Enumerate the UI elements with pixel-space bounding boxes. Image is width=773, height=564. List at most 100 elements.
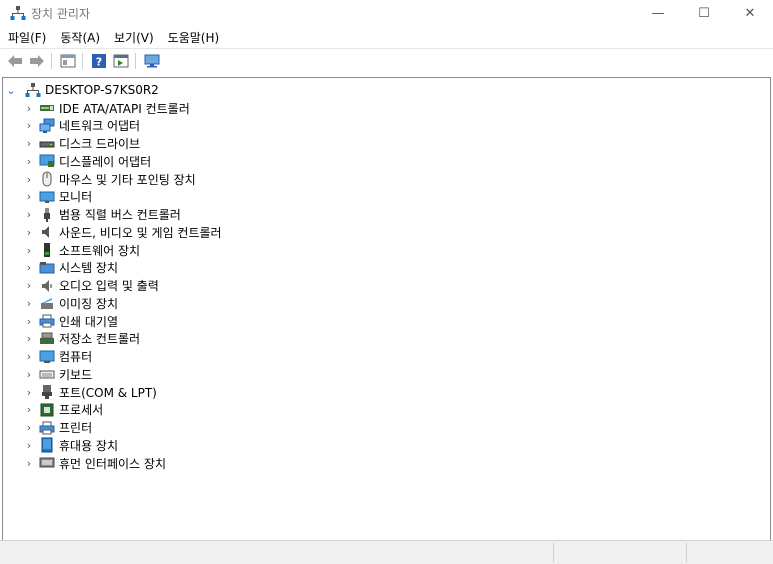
imaging-device-icon — [39, 295, 55, 311]
status-bar — [0, 540, 773, 564]
tree-category-label[interactable]: IDE ATA/ATAPI 컨트롤러 — [59, 100, 190, 117]
collapsed-chevron-icon[interactable]: › — [23, 277, 35, 295]
close-button[interactable]: ✕ — [727, 0, 773, 26]
display-adapter-icon — [39, 153, 55, 169]
tree-category-row[interactable]: › 오디오 입력 및 출력 — [23, 277, 159, 295]
tree-category-label[interactable]: 휴먼 인터페이스 장치 — [59, 455, 166, 472]
system-device-icon — [39, 260, 55, 276]
collapsed-chevron-icon[interactable]: › — [23, 436, 35, 454]
tree-category-label[interactable]: 포트(COM & LPT) — [59, 384, 157, 401]
update-driver-icon[interactable] — [111, 51, 131, 71]
title-bar: 장치 관리자 — ☐ ✕ — [0, 0, 773, 26]
back-arrow-icon[interactable] — [5, 51, 25, 71]
tree-category-label[interactable]: 범용 직렬 버스 컨트롤러 — [59, 206, 181, 223]
ide-controller-icon — [39, 100, 55, 116]
expanded-chevron-icon[interactable]: ⌄ — [5, 81, 17, 99]
menu-bar: 파일(F) 동작(A) 보기(V) 도움말(H) — [0, 26, 773, 48]
tree-root-row[interactable]: ⌄ DESKTOP-S7KS0R2 — [3, 81, 159, 99]
tree-category-label[interactable]: 키보드 — [59, 366, 92, 383]
collapsed-chevron-icon[interactable]: › — [23, 419, 35, 437]
tree-category-row[interactable]: › 휴대용 장치 — [23, 436, 118, 454]
tree-category-label[interactable]: 디스크 드라이브 — [59, 135, 140, 152]
tree-category-row[interactable]: › 네트워크 어댑터 — [23, 117, 140, 135]
tree-category-label[interactable]: 사운드, 비디오 및 게임 컨트롤러 — [59, 224, 222, 241]
tree-category-row[interactable]: › 범용 직렬 버스 컨트롤러 — [23, 206, 181, 224]
tree-category-label[interactable]: 프로세서 — [59, 401, 103, 418]
tree-category-label[interactable]: 프린터 — [59, 419, 92, 436]
window-title: 장치 관리자 — [31, 6, 91, 21]
tree-category-label[interactable]: 마우스 및 기타 포인팅 장치 — [59, 171, 196, 188]
keyboard-icon — [39, 366, 55, 382]
tree-category-row[interactable]: › 인쇄 대기열 — [23, 312, 118, 330]
collapsed-chevron-icon[interactable]: › — [23, 294, 35, 312]
tree-category-label[interactable]: 시스템 장치 — [59, 259, 118, 276]
tree-category-label[interactable]: 네트워크 어댑터 — [59, 117, 140, 134]
menu-file[interactable]: 파일(F) — [3, 29, 52, 46]
tree-category-label[interactable]: 휴대용 장치 — [59, 437, 118, 454]
collapsed-chevron-icon[interactable]: › — [23, 241, 35, 259]
tree-category-row[interactable]: › 컴퓨터 — [23, 348, 92, 366]
tree-category-row[interactable]: › 디스플레이 어댑터 — [23, 152, 151, 170]
tree-category-row[interactable]: › 마우스 및 기타 포인팅 장치 — [23, 170, 196, 188]
audio-io-icon — [39, 278, 55, 294]
collapsed-chevron-icon[interactable]: › — [23, 188, 35, 206]
collapsed-chevron-icon[interactable]: › — [23, 401, 35, 419]
menu-view[interactable]: 보기(V) — [109, 29, 160, 46]
forward-arrow-icon[interactable] — [27, 51, 47, 71]
toolbar-divider — [51, 53, 52, 69]
tree-category-label[interactable]: 모니터 — [59, 188, 92, 205]
port-icon — [39, 384, 55, 400]
tree-category-row[interactable]: › 디스크 드라이브 — [23, 135, 140, 153]
tree-category-row[interactable]: › 시스템 장치 — [23, 259, 118, 277]
device-manager-icon — [9, 4, 27, 22]
collapsed-chevron-icon[interactable]: › — [23, 454, 35, 472]
toolbar: ? — [0, 48, 773, 73]
collapsed-chevron-icon[interactable]: › — [23, 170, 35, 188]
collapsed-chevron-icon[interactable]: › — [23, 383, 35, 401]
maximize-button[interactable]: ☐ — [681, 0, 727, 26]
status-bar-divider — [553, 543, 554, 563]
mouse-icon — [39, 171, 55, 187]
toolbar-divider — [82, 53, 83, 69]
tree-root-label[interactable]: DESKTOP-S7KS0R2 — [45, 83, 159, 97]
tree-category-label[interactable]: 저장소 컨트롤러 — [59, 330, 140, 347]
collapsed-chevron-icon[interactable]: › — [23, 330, 35, 348]
collapsed-chevron-icon[interactable]: › — [23, 365, 35, 383]
collapsed-chevron-icon[interactable]: › — [23, 223, 35, 241]
collapsed-chevron-icon[interactable]: › — [23, 348, 35, 366]
computer-icon — [39, 349, 55, 365]
svg-text:?: ? — [96, 56, 102, 69]
collapsed-chevron-icon[interactable]: › — [23, 117, 35, 135]
minimize-button[interactable]: — — [635, 0, 681, 26]
menu-help[interactable]: 도움말(H) — [163, 29, 226, 46]
tree-category-label[interactable]: 인쇄 대기열 — [59, 313, 118, 330]
collapsed-chevron-icon[interactable]: › — [23, 135, 35, 153]
tree-category-row[interactable]: › 저장소 컨트롤러 — [23, 330, 140, 348]
tree-category-row[interactable]: › 프린터 — [23, 419, 92, 437]
tree-category-row[interactable]: › 휴먼 인터페이스 장치 — [23, 454, 166, 472]
tree-category-row[interactable]: › IDE ATA/ATAPI 컨트롤러 — [23, 99, 190, 117]
tree-category-row[interactable]: › 이미징 장치 — [23, 294, 118, 312]
tree-category-label[interactable]: 오디오 입력 및 출력 — [59, 277, 159, 294]
scan-hardware-icon[interactable] — [142, 51, 162, 71]
tree-category-label[interactable]: 이미징 장치 — [59, 295, 118, 312]
tree-category-row[interactable]: › 키보드 — [23, 365, 92, 383]
tree-category-label[interactable]: 디스플레이 어댑터 — [59, 153, 151, 170]
collapsed-chevron-icon[interactable]: › — [23, 152, 35, 170]
properties-icon[interactable] — [58, 51, 78, 71]
tree-category-label[interactable]: 컴퓨터 — [59, 348, 92, 365]
tree-category-row[interactable]: › 사운드, 비디오 및 게임 컨트롤러 — [23, 223, 222, 241]
collapsed-chevron-icon[interactable]: › — [23, 259, 35, 277]
status-bar-divider — [686, 543, 687, 563]
tree-category-row[interactable]: › 프로세서 — [23, 401, 103, 419]
tree-category-row[interactable]: › 소프트웨어 장치 — [23, 241, 140, 259]
tree-category-row[interactable]: › 포트(COM & LPT) — [23, 383, 157, 401]
collapsed-chevron-icon[interactable]: › — [23, 99, 35, 117]
help-icon[interactable]: ? — [89, 51, 109, 71]
collapsed-chevron-icon[interactable]: › — [23, 312, 35, 330]
menu-action[interactable]: 동작(A) — [55, 29, 106, 46]
portable-device-icon — [39, 437, 55, 453]
tree-category-row[interactable]: › 모니터 — [23, 188, 92, 206]
tree-category-label[interactable]: 소프트웨어 장치 — [59, 242, 140, 259]
collapsed-chevron-icon[interactable]: › — [23, 206, 35, 224]
